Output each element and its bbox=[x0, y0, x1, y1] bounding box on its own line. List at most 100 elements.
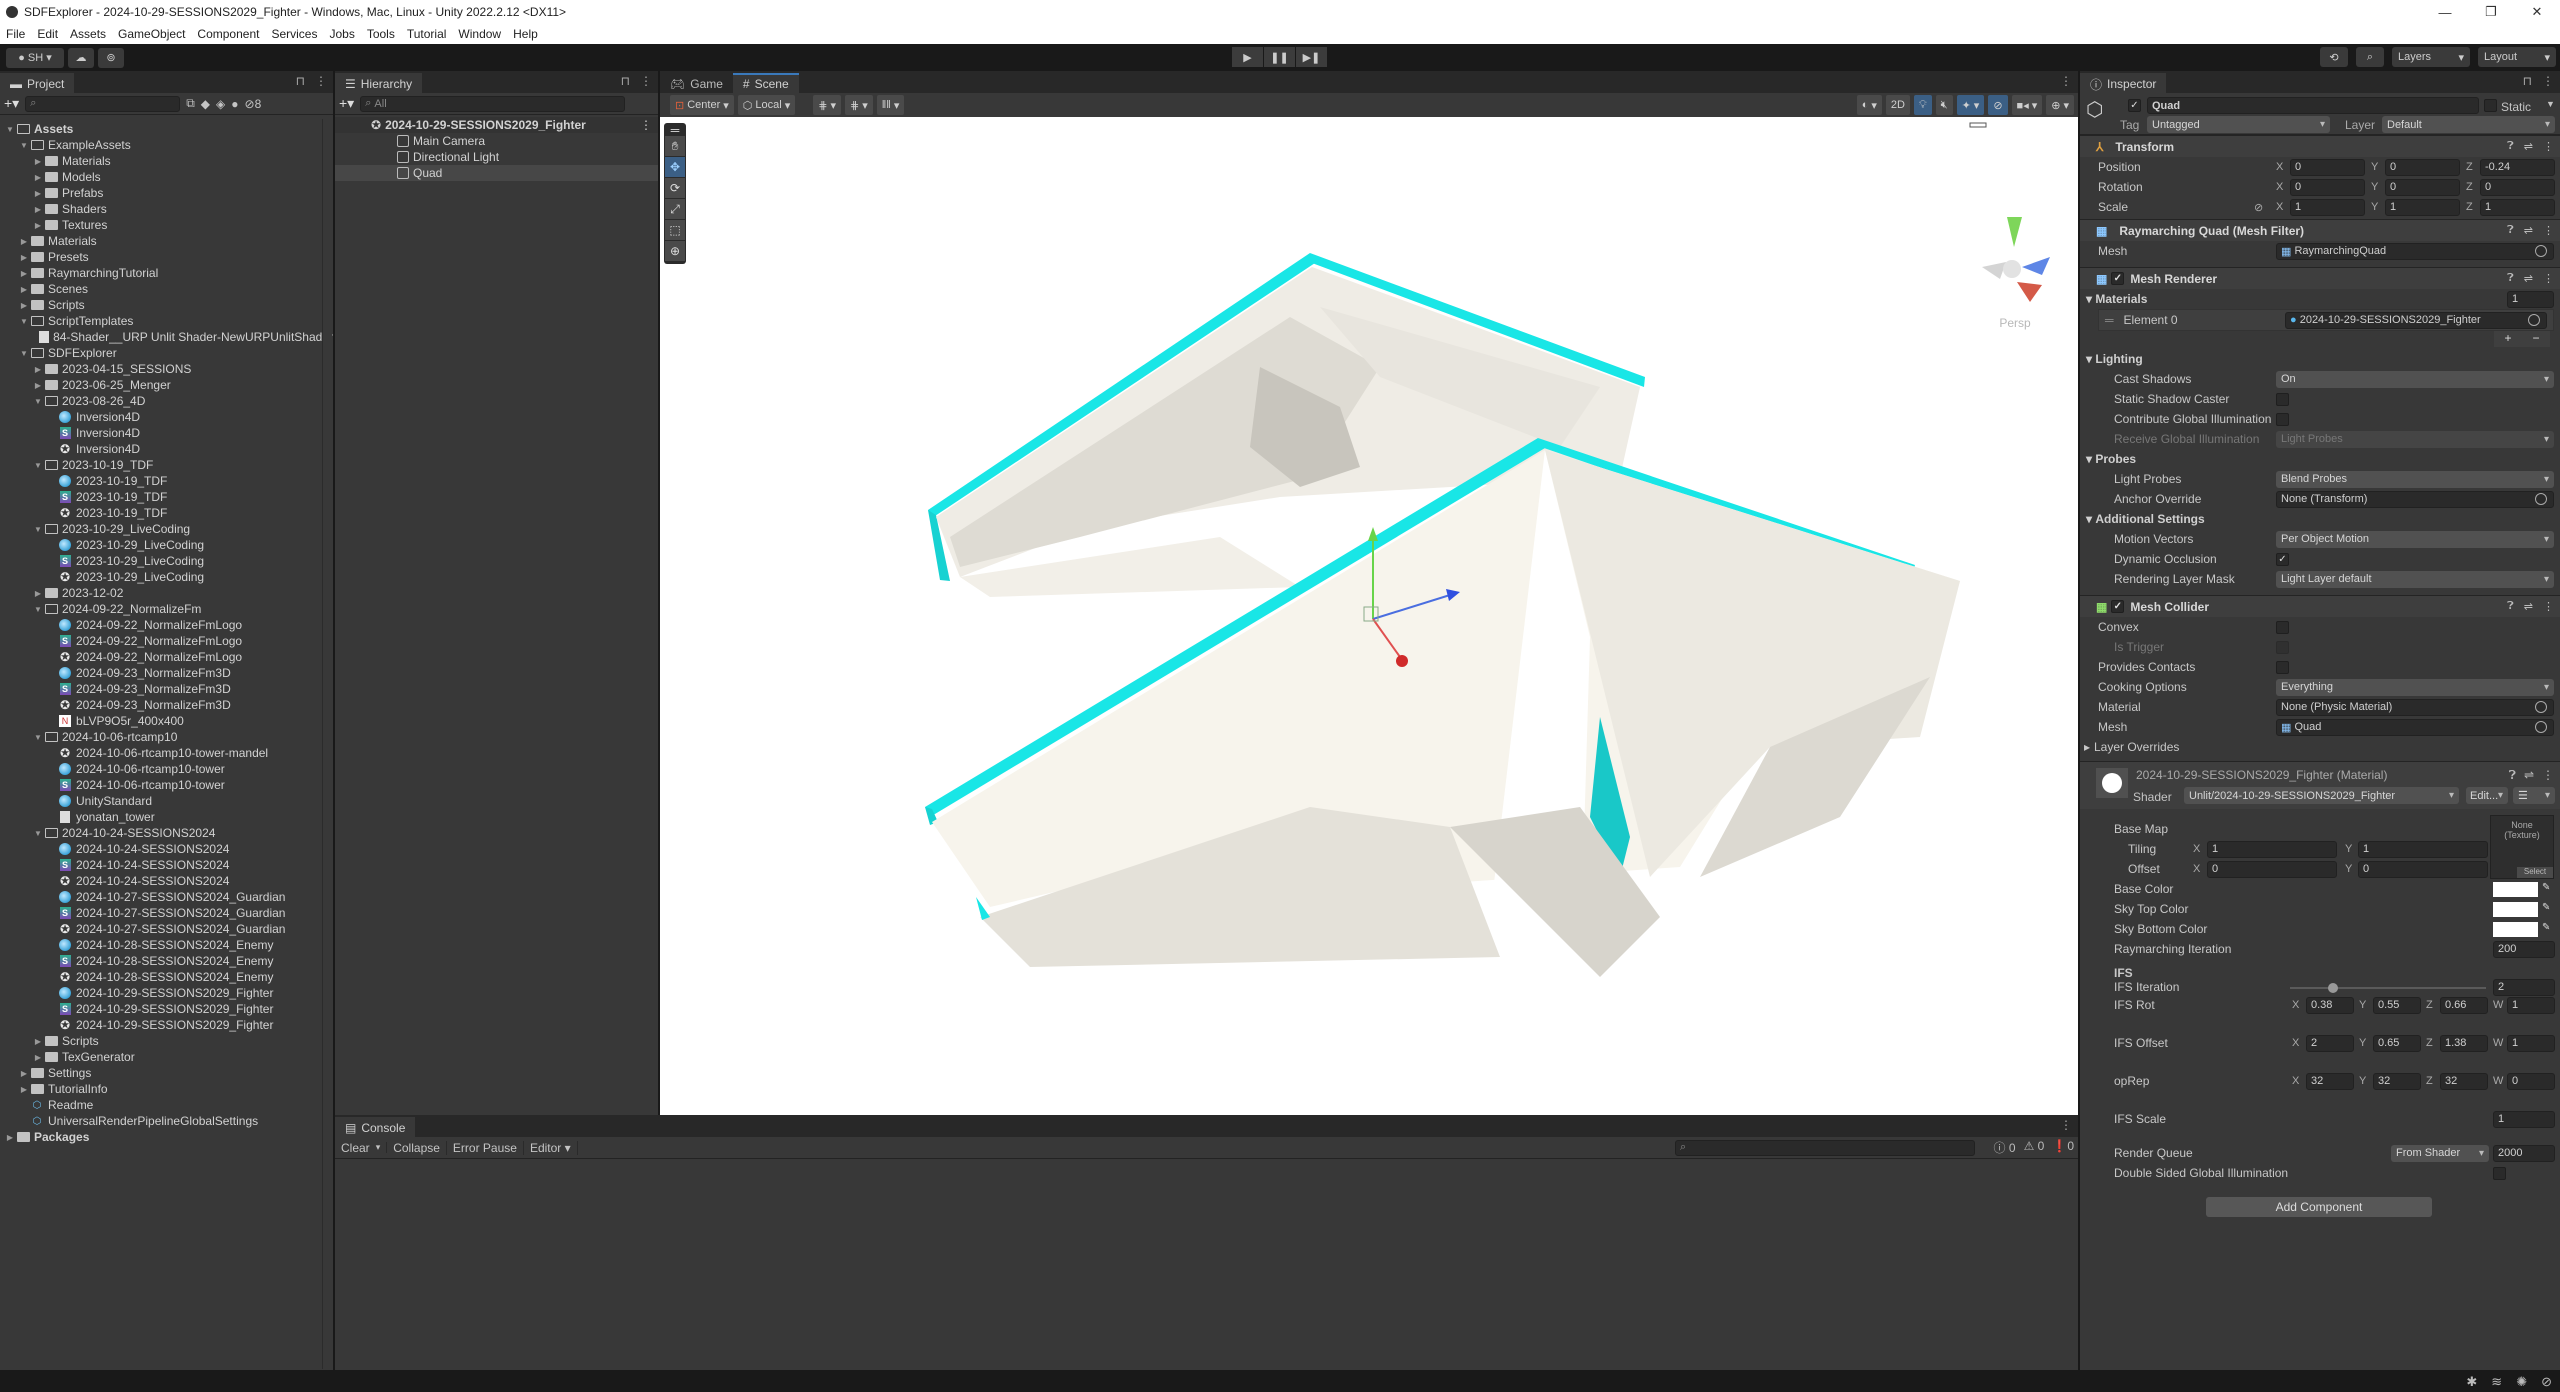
project-item[interactable]: ▶ TexGenerator bbox=[0, 1049, 333, 1065]
expand-closed-icon[interactable]: ▶ bbox=[32, 365, 44, 374]
project-item[interactable]: ▶ 2023-06-25_Menger bbox=[0, 377, 333, 393]
2d-toggle[interactable]: 2D bbox=[1885, 95, 1910, 115]
project-item[interactable]: 2024-10-24-SESSIONS2024 bbox=[0, 841, 333, 857]
project-item[interactable]: ✪ 2024-10-29-SESSIONS2029_Fighter bbox=[0, 1017, 333, 1033]
project-item[interactable]: ✪ 2024-10-24-SESSIONS2024 bbox=[0, 873, 333, 889]
error-pause-button[interactable]: Error Pause bbox=[447, 1140, 524, 1155]
scale-y-input[interactable]: 1 bbox=[2385, 198, 2460, 216]
console-search-input[interactable]: ⌕ bbox=[1675, 1139, 1975, 1156]
project-item[interactable]: ▼ 2023-08-26_4D bbox=[0, 393, 333, 409]
probes-foldout[interactable]: ▾ Probes bbox=[2080, 449, 2560, 469]
project-item[interactable]: ⬡ Readme bbox=[0, 1097, 333, 1113]
scale-tool-icon[interactable]: ⤢ bbox=[665, 199, 685, 219]
shader-edit-button[interactable]: Edit... bbox=[2466, 787, 2508, 804]
project-item[interactable]: ▶ Packages bbox=[0, 1129, 333, 1145]
project-item[interactable]: ▶ Shaders bbox=[0, 201, 333, 217]
increment-snap-dropdown[interactable]: ⋕ ▾ bbox=[844, 95, 873, 115]
project-item[interactable]: S 2024-10-24-SESSIONS2024 bbox=[0, 857, 333, 873]
scene-viewport[interactable]: Persp ═ ✋︎ ✥ ⟳ ⤢ ⬚ ⊕ bbox=[660, 117, 2078, 1115]
position-x-input[interactable]: 0 bbox=[2290, 158, 2365, 176]
expand-closed-icon[interactable]: ▶ bbox=[32, 189, 44, 198]
project-item[interactable]: ✪ 2023-10-19_TDF bbox=[0, 505, 333, 521]
project-search-input[interactable]: ⌕ bbox=[25, 95, 181, 112]
dynamic-occlusion-checkbox[interactable]: ✓ bbox=[2276, 552, 2289, 566]
oprep-w-input[interactable]: 0 bbox=[2507, 1072, 2555, 1090]
expand-closed-icon[interactable]: ▶ bbox=[32, 1037, 44, 1046]
more-icon[interactable]: ⋮ bbox=[2542, 768, 2554, 783]
project-item[interactable]: ✪ 2024-10-27-SESSIONS2024_Guardian bbox=[0, 921, 333, 937]
project-item[interactable]: S 2023-10-29_LiveCoding bbox=[0, 553, 333, 569]
physic-material-field[interactable]: None (Physic Material) bbox=[2276, 698, 2554, 716]
menu-services[interactable]: Services bbox=[271, 27, 317, 41]
scene-menu-handle[interactable] bbox=[1969, 122, 1987, 128]
project-item[interactable]: 2024-10-29-SESSIONS2029_Fighter bbox=[0, 985, 333, 1001]
gizmos-dropdown[interactable]: ⊕ ▾ bbox=[2046, 95, 2074, 115]
mesh-renderer-enabled-checkbox[interactable]: ✓ bbox=[2111, 272, 2125, 285]
editor-dropdown[interactable]: Editor ▾ bbox=[524, 1140, 578, 1155]
help-icon[interactable]: ❓︎ bbox=[2507, 272, 2514, 285]
project-item[interactable]: ▶ Materials bbox=[0, 153, 333, 169]
more-icon[interactable]: ⋮ bbox=[2060, 74, 2072, 88]
expand-open-icon[interactable]: ▼ bbox=[18, 349, 30, 358]
lighting-toggle[interactable]: 💡︎ bbox=[1913, 95, 1932, 115]
static-dropdown-icon[interactable]: ▼ bbox=[2546, 99, 2555, 109]
pause-button[interactable]: ❚❚ bbox=[1264, 47, 1295, 67]
tab-scene[interactable]: # Scene bbox=[732, 73, 799, 93]
collider-mesh-field[interactable]: ▦ Quad bbox=[2276, 718, 2554, 736]
layer-overrides-foldout[interactable]: ▸ Layer Overrides bbox=[2080, 737, 2560, 757]
drag-handle-icon[interactable]: ═ bbox=[665, 123, 685, 137]
orientation-gizmo[interactable] bbox=[1982, 217, 2050, 302]
project-scrollbar[interactable] bbox=[322, 119, 332, 1369]
ifs-rot-y-input[interactable]: 0.55 bbox=[2373, 996, 2421, 1014]
project-item[interactable]: ▼ 2024-10-06-rtcamp10 bbox=[0, 729, 333, 745]
expand-closed-icon[interactable]: ▶ bbox=[18, 1085, 30, 1094]
help-icon[interactable]: ❓︎ bbox=[2507, 600, 2514, 613]
project-item[interactable]: 2023-10-19_TDF bbox=[0, 473, 333, 489]
maximize-button[interactable]: ❐ bbox=[2468, 0, 2514, 24]
project-item[interactable]: ▶ Prefabs bbox=[0, 185, 333, 201]
object-picker-icon[interactable] bbox=[2535, 245, 2547, 257]
project-item[interactable]: 2024-09-22_NormalizeFmLogo bbox=[0, 617, 333, 633]
rect-tool-icon[interactable]: ⬚ bbox=[665, 220, 685, 240]
cooking-options-dropdown[interactable]: Everything bbox=[2276, 678, 2554, 696]
sky-bottom-color-swatch[interactable] bbox=[2493, 921, 2538, 937]
convex-checkbox[interactable] bbox=[2276, 620, 2289, 634]
expand-closed-icon[interactable]: ▶ bbox=[18, 1069, 30, 1078]
rendering-layer-mask-dropdown[interactable]: Light Layer default bbox=[2276, 570, 2554, 588]
minimize-button[interactable]: — bbox=[2422, 0, 2468, 24]
ifs-offset-w-input[interactable]: 1 bbox=[2507, 1034, 2555, 1052]
offset-y-input[interactable]: 0 bbox=[2358, 860, 2488, 878]
project-item[interactable]: ▼ 2023-10-19_TDF bbox=[0, 457, 333, 473]
hierarchy-item[interactable]: Directional Light bbox=[335, 149, 658, 165]
project-item[interactable]: ▶ Materials bbox=[0, 233, 333, 249]
ifs-rot-x-input[interactable]: 0.38 bbox=[2306, 996, 2354, 1014]
preset-icon[interactable]: ⇌ bbox=[2524, 272, 2533, 285]
move-tool-icon[interactable]: ✥ bbox=[665, 157, 685, 177]
mesh-collider-enabled-checkbox[interactable]: ✓ bbox=[2111, 600, 2125, 613]
open-window-icon[interactable]: ⧉ bbox=[186, 96, 195, 111]
more-icon[interactable]: ⋮ bbox=[2543, 272, 2554, 285]
grid-snap-dropdown[interactable]: ⋕ ▾ bbox=[813, 95, 841, 115]
add-component-button[interactable]: Add Component bbox=[2206, 1197, 2432, 1217]
project-item[interactable]: ▶ Models bbox=[0, 169, 333, 185]
project-item[interactable]: S 2024-09-22_NormalizeFmLogo bbox=[0, 633, 333, 649]
motion-vectors-dropdown[interactable]: Per Object Motion bbox=[2276, 530, 2554, 548]
transform-header[interactable]: ⅄ Transform ❓︎ ⇌ ⋮ bbox=[2080, 135, 2560, 157]
project-item[interactable]: ▼ SDFExplorer bbox=[0, 345, 333, 361]
hierarchy-search-input[interactable]: ⌕ All bbox=[360, 95, 626, 112]
hierarchy-item[interactable]: Main Camera bbox=[335, 133, 658, 149]
expand-open-icon[interactable]: ▼ bbox=[4, 125, 16, 134]
more-icon[interactable]: ⋮ bbox=[315, 74, 327, 88]
project-item[interactable]: ▶ 2023-12-02 bbox=[0, 585, 333, 601]
pivot-dropdown[interactable]: ⊡ Center ▾ bbox=[670, 95, 734, 115]
static-shadow-caster-checkbox[interactable] bbox=[2276, 392, 2289, 406]
project-item[interactable]: ▶ Settings bbox=[0, 1065, 333, 1081]
cache-icon[interactable]: ≋ bbox=[2491, 1374, 2502, 1390]
lock-icon[interactable]: ⊓ bbox=[621, 74, 630, 88]
expand-closed-icon[interactable]: ▶ bbox=[18, 301, 30, 310]
draw-mode-dropdown[interactable]: ◐ ▾ bbox=[1856, 95, 1882, 115]
expand-open-icon[interactable]: ▼ bbox=[32, 829, 44, 838]
project-item[interactable]: ▶ Scenes bbox=[0, 281, 333, 297]
project-item[interactable]: S 2024-10-29-SESSIONS2029_Fighter bbox=[0, 1001, 333, 1017]
object-picker-icon[interactable] bbox=[2535, 701, 2547, 713]
